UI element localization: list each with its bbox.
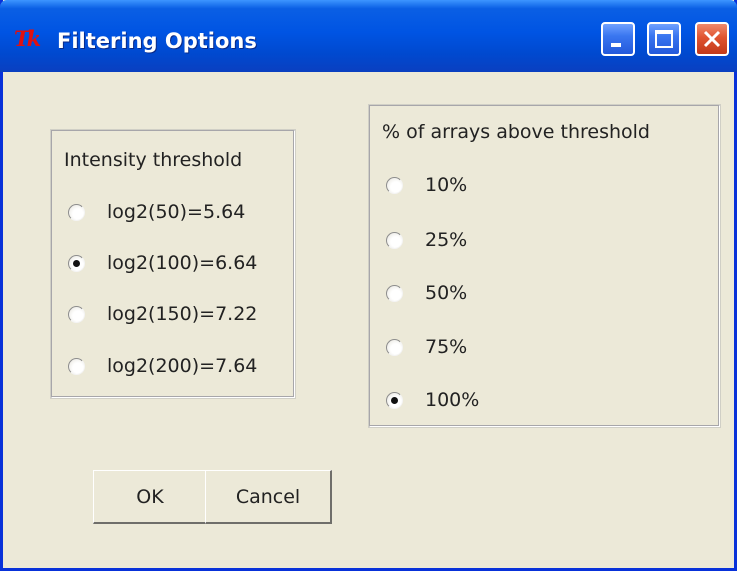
radio-button[interactable] xyxy=(386,232,403,249)
radio-label: 50% xyxy=(425,282,468,304)
window-title: Filtering Options xyxy=(57,29,257,53)
radio-label: log2(50)=5.64 xyxy=(107,201,246,223)
radio-button[interactable] xyxy=(386,392,403,409)
intensity-threshold-group: Intensity threshold log2(50)=5.64 log2(1… xyxy=(50,129,296,399)
radio-button[interactable] xyxy=(68,358,85,375)
radio-label: log2(200)=7.64 xyxy=(107,355,258,377)
minimize-icon xyxy=(611,43,621,47)
radio-label: log2(100)=6.64 xyxy=(107,252,258,274)
radio-button[interactable] xyxy=(386,177,403,194)
close-button[interactable] xyxy=(695,22,729,56)
radio-label: 100% xyxy=(425,389,480,411)
tk-app-icon: Tk xyxy=(14,26,41,51)
minimize-button[interactable] xyxy=(601,22,635,56)
radio-button[interactable] xyxy=(386,285,403,302)
close-icon xyxy=(703,30,721,48)
radio-label: 75% xyxy=(425,336,468,358)
radio-button[interactable] xyxy=(68,204,85,221)
radio-button[interactable] xyxy=(68,306,85,323)
arrays-above-threshold-title: % of arrays above threshold xyxy=(382,121,650,143)
radio-label: log2(150)=7.22 xyxy=(107,303,258,325)
radio-button[interactable] xyxy=(386,339,403,356)
radio-label: 10% xyxy=(425,174,468,196)
intensity-threshold-title: Intensity threshold xyxy=(64,149,243,171)
arrays-above-threshold-group: % of arrays above threshold 10% 25% 50% … xyxy=(368,104,721,428)
radio-button[interactable] xyxy=(68,255,85,272)
maximize-icon xyxy=(655,30,673,48)
cancel-button[interactable]: Cancel xyxy=(205,470,332,524)
filtering-options-dialog: Tk Filtering Options Intensity threshold xyxy=(0,0,737,571)
ok-button[interactable]: OK xyxy=(93,470,208,524)
maximize-button[interactable] xyxy=(647,22,681,56)
radio-label: 25% xyxy=(425,229,468,251)
title-bar[interactable]: Tk Filtering Options xyxy=(0,0,737,72)
